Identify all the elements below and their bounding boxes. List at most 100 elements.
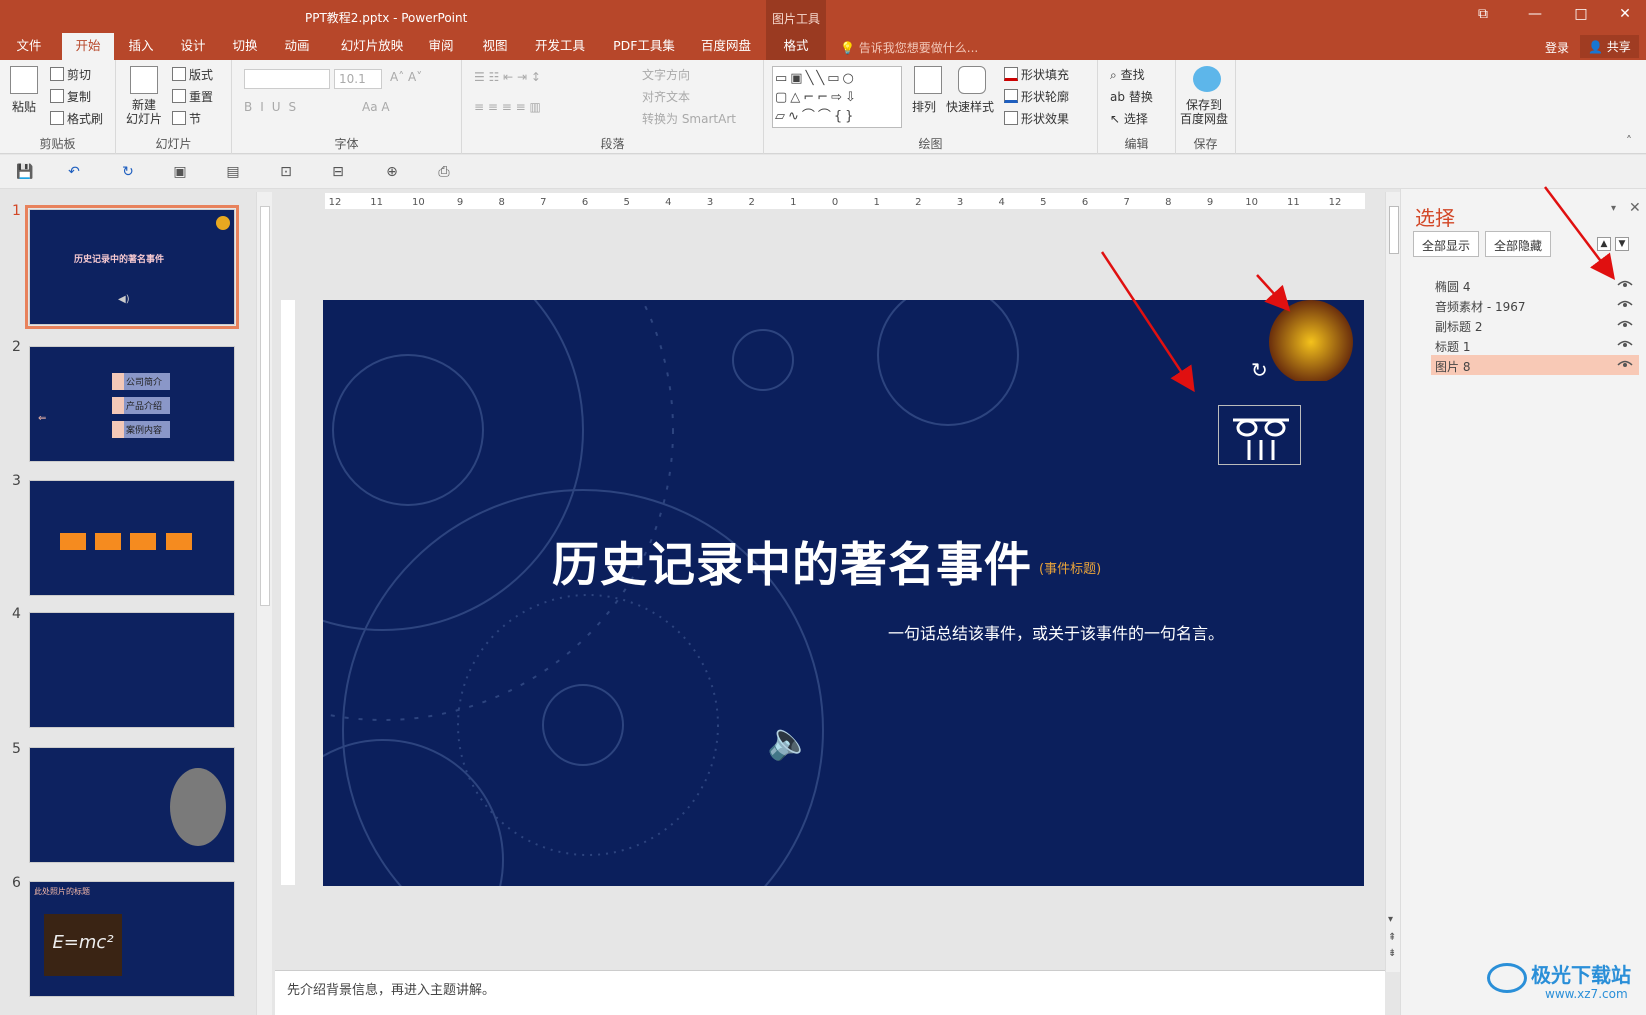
share-button[interactable]: 👤 共享: [1580, 35, 1639, 58]
tell-me-box[interactable]: 💡 告诉我您想要做什么...: [840, 39, 978, 56]
slide-thumb-6[interactable]: 此处照片的标题 E=mc²: [29, 881, 235, 997]
slide-thumb-4[interactable]: [29, 612, 235, 728]
reset-button[interactable]: 重置: [172, 88, 213, 105]
text-direction-button[interactable]: 文字方向: [642, 66, 690, 83]
align-text-button[interactable]: 对齐文本: [642, 88, 690, 105]
slide-thumb-1[interactable]: 历史记录中的著名事件 ◀): [25, 205, 239, 329]
slide-canvas[interactable]: ↻ 历史记录中的著名事件 (事件标题) 一句话总结该事件，或关于该事件的一句名言…: [323, 300, 1364, 886]
slide-subtitle[interactable]: 一句话总结该事件，或关于该事件的一句名言。: [888, 620, 1224, 644]
pane-options-icon[interactable]: ▾: [1611, 203, 1616, 214]
font-style-buttons[interactable]: BIUS: [244, 100, 304, 114]
format-painter-button[interactable]: 格式刷: [50, 110, 103, 127]
tab-file[interactable]: 文件: [8, 33, 50, 60]
tab-transitions[interactable]: 切换: [222, 33, 268, 60]
new-slide-icon[interactable]: [130, 66, 158, 94]
shape-fill-button[interactable]: 形状填充: [1004, 66, 1069, 83]
editor-scrollbar[interactable]: ▾ ⇞ ⇟: [1385, 192, 1401, 972]
smartart-button[interactable]: 转换为 SmartArt: [642, 110, 736, 127]
editor-scroll-thumb[interactable]: [1389, 206, 1399, 254]
selection-item[interactable]: 标题 1: [1431, 335, 1639, 355]
baidu-cloud-icon[interactable]: [1193, 66, 1221, 92]
tab-review[interactable]: 审阅: [418, 33, 464, 60]
layout-button[interactable]: 版式: [172, 66, 213, 83]
tab-view[interactable]: 视图: [472, 33, 518, 60]
slide-title-tag[interactable]: (事件标题): [1039, 558, 1101, 577]
show-all-button[interactable]: 全部显示: [1413, 231, 1480, 257]
thumbs-scroll-thumb[interactable]: [260, 206, 270, 606]
selection-item[interactable]: 椭圆 4: [1431, 275, 1639, 295]
shape-effects-button[interactable]: 形状效果: [1004, 110, 1069, 127]
slide-thumb-5[interactable]: [29, 747, 235, 863]
speaker-icon[interactable]: 🔈: [767, 720, 812, 762]
tab-developer[interactable]: 开发工具: [528, 33, 592, 60]
slide-thumb-3[interactable]: [29, 480, 235, 596]
present-icon[interactable]: ⊡: [278, 164, 294, 180]
save-icon[interactable]: 💾: [16, 164, 33, 180]
preview-icon[interactable]: ⊕: [384, 164, 400, 180]
send-backward-icon[interactable]: ▼: [1615, 237, 1629, 251]
scroll-down-icon[interactable]: ▾: [1388, 914, 1393, 925]
shapes-gallery[interactable]: ▭▣╲╲▭○ ▢△⌐⌐⇨⇩ ▱∿⌒⌒{}: [772, 66, 902, 128]
bring-forward-icon[interactable]: ▲: [1597, 237, 1611, 251]
grow-font-icon[interactable]: A˄ A˅: [390, 70, 422, 84]
tab-animations[interactable]: 动画: [274, 33, 320, 60]
paste-button[interactable]: 粘贴: [12, 98, 36, 115]
selection-item[interactable]: 副标题 2: [1431, 315, 1639, 335]
leaf-image[interactable]: [1269, 300, 1354, 381]
slide-thumb-2[interactable]: 公司简介 产品介绍 案例内容 ⇐: [29, 346, 235, 462]
thumbs-scrollbar[interactable]: [256, 192, 272, 1015]
redo-icon[interactable]: ↻: [120, 164, 136, 180]
tab-insert[interactable]: 插入: [118, 33, 164, 60]
select-button[interactable]: ↖ 选择: [1110, 110, 1148, 127]
next-slide-icon[interactable]: ⇟: [1388, 948, 1396, 959]
visibility-eye-icon[interactable]: [1617, 357, 1633, 371]
projector-icon[interactable]: ⊟: [330, 164, 346, 180]
visibility-eye-icon[interactable]: [1617, 277, 1633, 291]
minimize-icon[interactable]: —: [1520, 6, 1550, 22]
arrange-icon[interactable]: [914, 66, 942, 94]
tab-format[interactable]: 格式: [766, 33, 826, 60]
save-to-baidu-button[interactable]: 保存到 百度网盘: [1180, 98, 1228, 126]
tab-design[interactable]: 设计: [170, 33, 216, 60]
ribbon-display-icon[interactable]: ⧉: [1468, 6, 1498, 22]
font-color-icon[interactable]: Aa A: [362, 100, 390, 114]
text-box-icon[interactable]: ▤: [225, 164, 241, 180]
shape-outline-button[interactable]: 形状轮廓: [1004, 88, 1069, 105]
tab-home[interactable]: 开始: [62, 33, 114, 60]
font-name-box[interactable]: [244, 69, 330, 89]
print-icon[interactable]: ⎙: [436, 164, 452, 180]
selection-item-selected[interactable]: 图片 8: [1431, 355, 1639, 375]
find-button[interactable]: ⌕ 查找: [1110, 66, 1145, 83]
collapse-ribbon-icon[interactable]: ˄: [1626, 134, 1632, 148]
font-size-box[interactable]: 10.1: [334, 69, 382, 89]
notes-text[interactable]: 先介绍背景信息，再进入主题讲解。: [287, 979, 495, 998]
bullets-icon[interactable]: ☰ ☷ ⇤ ⇥ ↕: [474, 70, 541, 84]
selection-item[interactable]: 音频素材 - 1967: [1431, 295, 1639, 315]
quick-styles-icon[interactable]: [958, 66, 986, 94]
maximize-icon[interactable]: □: [1566, 6, 1596, 22]
arrange-button[interactable]: 排列: [912, 98, 936, 115]
replace-button[interactable]: ab 替换: [1110, 88, 1153, 105]
visibility-eye-icon[interactable]: [1617, 317, 1633, 331]
notes-pane[interactable]: 先介绍背景信息，再进入主题讲解。: [275, 970, 1385, 1015]
undo-icon[interactable]: ↶: [66, 164, 82, 180]
visibility-eye-icon[interactable]: [1617, 337, 1633, 351]
section-button[interactable]: 节: [172, 110, 201, 127]
prev-slide-icon[interactable]: ⇞: [1388, 932, 1396, 943]
copy-button[interactable]: 复制: [50, 88, 91, 105]
quick-styles-button[interactable]: 快速样式: [946, 98, 994, 115]
slideshow-icon[interactable]: ▣: [172, 164, 188, 180]
align-icons[interactable]: ≡ ≡ ≡ ≡ ▥: [474, 100, 541, 114]
close-icon[interactable]: ✕: [1610, 6, 1640, 22]
hide-all-button[interactable]: 全部隐藏: [1485, 231, 1552, 257]
pane-close-icon[interactable]: ✕: [1629, 200, 1641, 216]
slide-title[interactable]: 历史记录中的著名事件: [552, 526, 1032, 595]
paste-icon[interactable]: [10, 66, 38, 94]
tab-slideshow[interactable]: 幻灯片放映: [334, 33, 410, 60]
rotate-handle-icon[interactable]: ↻: [1251, 358, 1268, 382]
selected-picture-8[interactable]: [1218, 405, 1301, 465]
new-slide-button[interactable]: 新建 幻灯片: [126, 98, 162, 126]
login-link[interactable]: 登录: [1545, 39, 1569, 56]
tab-pdf-tools[interactable]: PDF工具集: [606, 33, 682, 60]
visibility-eye-icon[interactable]: [1617, 297, 1633, 311]
